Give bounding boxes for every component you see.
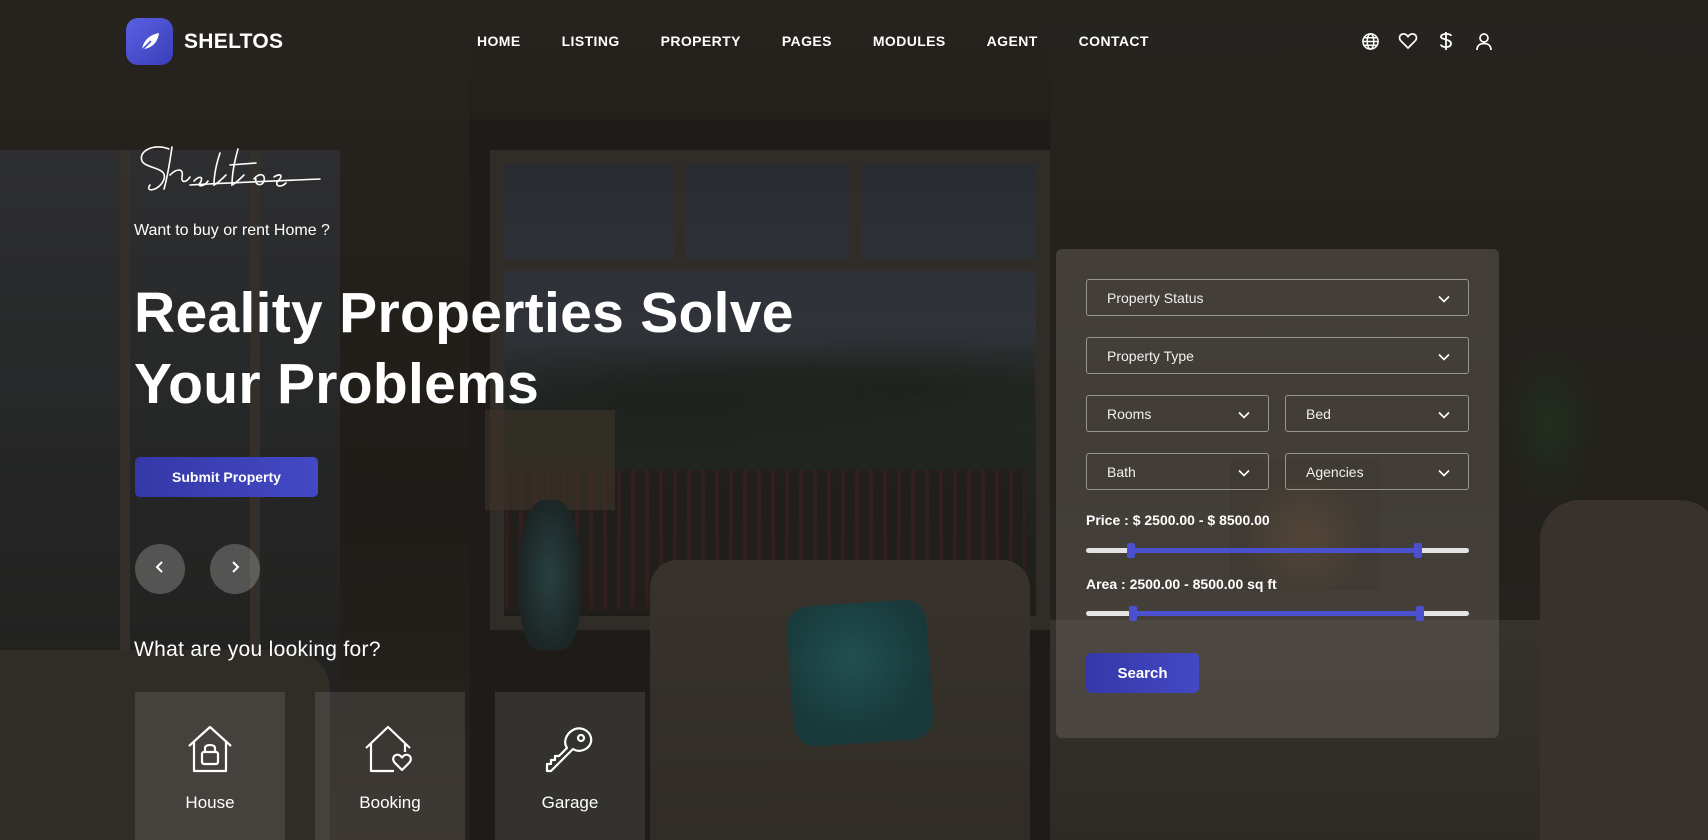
slider-next-button[interactable]	[210, 544, 260, 594]
area-max-handle[interactable]	[1416, 606, 1424, 621]
price-range-slider[interactable]	[1086, 543, 1469, 558]
chevron-down-icon	[1438, 348, 1450, 364]
category-card-booking[interactable]: Booking	[315, 692, 465, 840]
hero-title: Reality Properties Solve Your Problems	[134, 278, 894, 420]
signature-script	[134, 135, 324, 210]
globe-icon[interactable]	[1359, 30, 1381, 52]
site-header: SHELTOS HOME LISTING PROPERTY PAGES MODU…	[0, 0, 1708, 84]
chevron-down-icon	[1438, 290, 1450, 306]
leaf-icon	[126, 18, 173, 65]
hero-title-line-2: Your Problems	[134, 352, 540, 416]
area-range-fill	[1133, 611, 1420, 616]
nav-item-agent[interactable]: AGENT	[987, 33, 1038, 49]
key-icon	[543, 722, 597, 781]
category-label: House	[185, 793, 235, 812]
nav-item-home[interactable]: HOME	[477, 33, 521, 49]
select-value: Bath	[1107, 463, 1136, 480]
property-status-select[interactable]: Property Status	[1086, 279, 1469, 316]
main-nav: HOME LISTING PROPERTY PAGES MODULES AGEN…	[477, 33, 1149, 49]
chevron-left-icon	[154, 560, 166, 579]
chevron-right-icon	[229, 560, 241, 579]
house-lock-icon	[183, 722, 237, 781]
nav-item-modules[interactable]: MODULES	[873, 33, 946, 49]
house-heart-icon	[362, 722, 418, 781]
select-value: Property Type	[1107, 347, 1194, 364]
select-value: Rooms	[1107, 405, 1152, 422]
price-range-fill	[1131, 548, 1418, 553]
select-value: Agencies	[1306, 463, 1364, 480]
category-label: Booking	[359, 793, 421, 812]
bath-select[interactable]: Bath	[1086, 453, 1269, 490]
header-actions	[1359, 30, 1495, 52]
user-icon[interactable]	[1473, 30, 1495, 52]
category-card-house[interactable]: House	[135, 692, 285, 840]
chevron-down-icon	[1438, 406, 1450, 422]
select-value: Property Status	[1107, 289, 1204, 306]
agencies-select[interactable]: Agencies	[1285, 453, 1469, 490]
heart-icon[interactable]	[1397, 30, 1419, 52]
area-range-label: Area : 2500.00 - 8500.00 sq ft	[1086, 576, 1277, 592]
area-min-handle[interactable]	[1129, 606, 1137, 621]
slider-prev-button[interactable]	[135, 544, 185, 594]
brand-name: SHELTOS	[184, 29, 284, 53]
select-value: Bed	[1306, 405, 1331, 422]
nav-item-pages[interactable]: PAGES	[782, 33, 832, 49]
nav-item-property[interactable]: PROPERTY	[661, 33, 741, 49]
property-type-select[interactable]: Property Type	[1086, 337, 1469, 374]
rooms-select[interactable]: Rooms	[1086, 395, 1269, 432]
looking-for-heading: What are you looking for?	[134, 638, 381, 661]
chevron-down-icon	[1238, 464, 1250, 480]
hero-tagline: Want to buy or rent Home ?	[134, 222, 330, 239]
chevron-down-icon	[1438, 464, 1450, 480]
category-card-garage[interactable]: Garage	[495, 692, 645, 840]
hero-title-line-1: Reality Properties Solve	[134, 281, 794, 345]
area-range-slider[interactable]	[1086, 606, 1469, 621]
bed-select[interactable]: Bed	[1285, 395, 1469, 432]
nav-item-contact[interactable]: CONTACT	[1079, 33, 1149, 49]
nav-item-listing[interactable]: LISTING	[562, 33, 620, 49]
price-min-handle[interactable]	[1127, 543, 1135, 558]
category-label: Garage	[541, 793, 599, 812]
price-max-handle[interactable]	[1414, 543, 1422, 558]
brand-logo[interactable]: SHELTOS	[126, 18, 283, 65]
dollar-icon[interactable]	[1435, 30, 1457, 52]
price-range-label: Price : $ 2500.00 - $ 8500.00	[1086, 512, 1270, 528]
search-button[interactable]: Search	[1086, 653, 1199, 693]
submit-property-button[interactable]: Submit Property	[135, 457, 318, 497]
chevron-down-icon	[1238, 406, 1250, 422]
